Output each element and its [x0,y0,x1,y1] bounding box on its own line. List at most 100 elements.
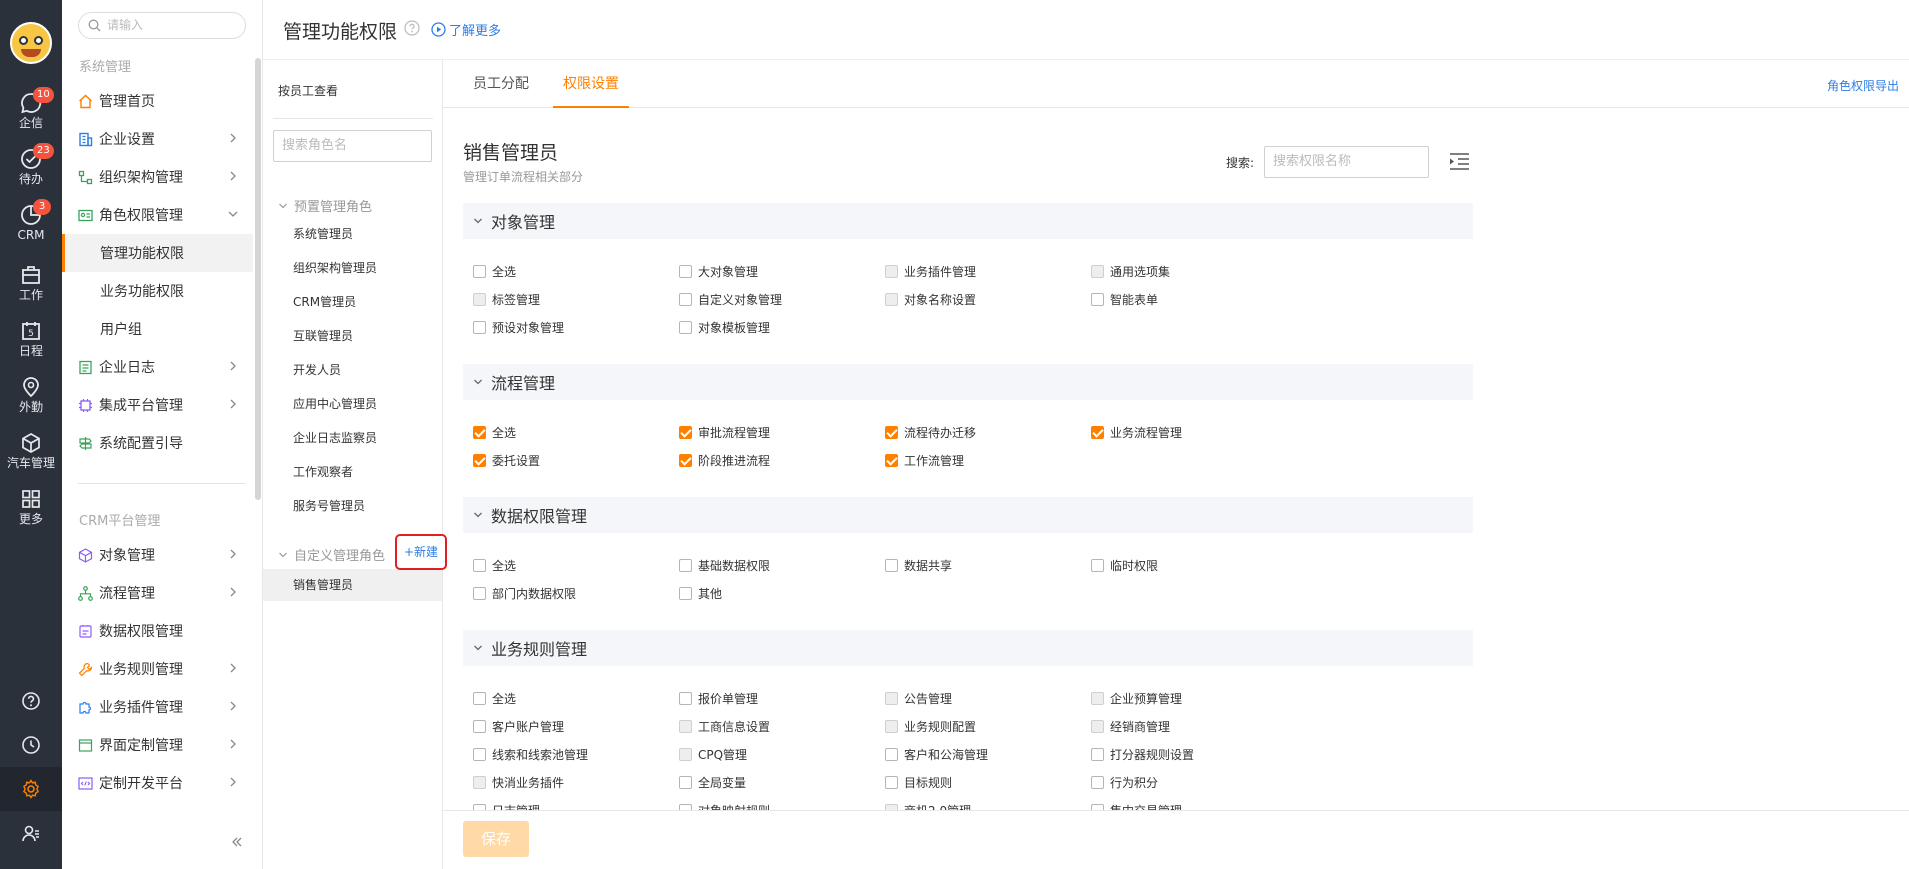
permission-checkbox[interactable]: 客户账户管理 [473,716,564,736]
section-header[interactable]: 对象管理 [463,203,1473,239]
export-role-permission-link[interactable]: 角色权限导出 [1827,77,1899,94]
new-role-button[interactable]: +新建 [395,534,447,570]
checkbox-box[interactable] [473,719,486,733]
permission-checkbox[interactable]: 全选 [473,422,516,442]
permission-checkbox[interactable]: CPQ管理 [679,744,747,764]
checkbox-box[interactable] [473,264,486,278]
menu-item-role-permission[interactable]: 角色权限管理 [62,196,253,234]
checkbox-box[interactable] [679,558,692,572]
role-item[interactable]: 组织架构管理员 [263,252,442,284]
permission-checkbox[interactable]: 打分器规则设置 [1091,744,1194,764]
app-logo[interactable] [10,22,52,64]
role-item[interactable]: 企业日志监察员 [263,422,442,454]
permission-checkbox[interactable]: 工作流管理 [885,450,964,470]
tab-permission-settings[interactable]: 权限设置 [553,60,629,108]
permission-checkbox[interactable]: 报价单管理 [679,688,758,708]
rail-item-todo[interactable]: 23 待办 [0,143,62,198]
section-header[interactable]: 流程管理 [463,364,1473,400]
permission-checkbox[interactable]: 目标规则 [885,772,952,792]
role-search-input[interactable]: 搜索角色名 [273,130,432,162]
rail-item-auto[interactable]: 汽车管理 [0,432,62,482]
permission-checkbox[interactable]: 企业预算管理 [1091,688,1182,708]
permission-checkbox[interactable]: 标签管理 [473,289,540,309]
rail-item-field[interactable]: 外勤 [0,376,62,426]
checkbox-box[interactable] [885,719,898,733]
view-by-employee-link[interactable]: 按员工查看 [278,82,338,99]
checkbox-box[interactable] [885,747,898,761]
permission-checkbox[interactable]: 临时权限 [1091,555,1158,575]
permission-checkbox[interactable]: 集中交易管理 [1091,800,1182,810]
permission-checkbox[interactable]: 对象名称设置 [885,289,976,309]
permission-checkbox[interactable]: 全选 [473,261,516,281]
checkbox-box[interactable] [1091,558,1104,572]
rail-item-more[interactable]: 更多 [0,488,62,538]
checkbox-box[interactable] [679,747,692,761]
checkbox-box[interactable] [885,775,898,789]
permission-checkbox[interactable]: 审批流程管理 [679,422,770,442]
permission-checkbox[interactable]: 委托设置 [473,450,540,470]
permission-checkbox[interactable]: 工商信息设置 [679,716,770,736]
menu-item-object[interactable]: 对象管理 [62,536,253,574]
menu-item-admin-permission[interactable]: 管理功能权限 [62,234,253,272]
role-item[interactable]: 应用中心管理员 [263,388,442,420]
permission-checkbox[interactable]: 业务插件管理 [885,261,976,281]
permission-checkbox[interactable]: 行为积分 [1091,772,1158,792]
menu-item-enterprise-log[interactable]: 企业日志 [62,348,253,386]
permission-checkbox[interactable]: 日志管理 [473,800,540,810]
permission-checkbox[interactable]: 对象映射规则 [679,800,770,810]
menu-item-dev-platform[interactable]: 定制开发平台 [62,764,253,802]
permission-checkbox[interactable]: 预设对象管理 [473,317,564,337]
role-item[interactable]: 服务号管理员 [263,490,442,522]
section-header[interactable]: 业务规则管理 [463,630,1473,666]
checkbox-box[interactable] [885,292,898,306]
learn-more-link[interactable]: 了解更多 [431,20,501,39]
menu-item-org[interactable]: 组织架构管理 [62,158,253,196]
menu-item-config-guide[interactable]: 系统配置引导 [62,424,253,462]
checkbox-box[interactable] [473,425,486,439]
menu-item-business-permission[interactable]: 业务功能权限 [62,272,253,310]
permission-checkbox[interactable]: 业务规则配置 [885,716,976,736]
checkbox-box[interactable] [679,264,692,278]
permission-checkbox[interactable]: 客户和公海管理 [885,744,988,764]
checkbox-box[interactable] [1091,292,1104,306]
menu-item-business-plugin[interactable]: 业务插件管理 [62,688,253,726]
checkbox-box[interactable] [679,691,692,705]
permission-checkbox[interactable]: 基础数据权限 [679,555,770,575]
settings-button[interactable] [0,767,62,811]
checkbox-box[interactable] [1091,775,1104,789]
menu-search-input[interactable]: 请输入 [78,12,246,39]
role-item[interactable]: CRM管理员 [263,286,442,318]
permission-checkbox[interactable]: 全局变量 [679,772,746,792]
checkbox-box[interactable] [885,453,898,467]
permission-checkbox[interactable]: 业务流程管理 [1091,422,1182,442]
preset-role-group[interactable]: 预置管理角色 [278,196,372,215]
checkbox-box[interactable] [1091,425,1104,439]
role-item[interactable]: 互联管理员 [263,320,442,352]
permission-checkbox[interactable]: 智能表单 [1091,289,1158,309]
rail-item-chat[interactable]: 10 企信 [0,87,62,142]
checkbox-box[interactable] [473,558,486,572]
checkbox-box[interactable] [473,453,486,467]
checkbox-box[interactable] [473,586,486,600]
menu-item-ui-custom[interactable]: 界面定制管理 [62,726,253,764]
menu-item-integration[interactable]: 集成平台管理 [62,386,253,424]
checkbox-box[interactable] [885,558,898,572]
role-item[interactable]: 工作观察者 [263,456,442,488]
checkbox-box[interactable] [679,453,692,467]
menu-item-process[interactable]: 流程管理 [62,574,253,612]
checkbox-box[interactable] [679,775,692,789]
rail-item-crm[interactable]: 3 CRM [0,199,62,254]
checkbox-box[interactable] [1091,747,1104,761]
checkbox-box[interactable] [679,425,692,439]
checkbox-box[interactable] [679,320,692,334]
checkbox-box[interactable] [885,264,898,278]
permission-checkbox[interactable]: 公告管理 [885,688,952,708]
menu-item-home[interactable]: 管理首页 [62,82,253,120]
checkbox-box[interactable] [473,292,486,306]
permission-checkbox[interactable]: 通用选项集 [1091,261,1170,281]
rail-item-work[interactable]: 工作 [0,264,62,314]
list-indent-icon[interactable] [1449,152,1470,172]
help-button[interactable] [0,679,62,723]
profile-button[interactable] [0,811,62,855]
checkbox-box[interactable] [473,775,486,789]
